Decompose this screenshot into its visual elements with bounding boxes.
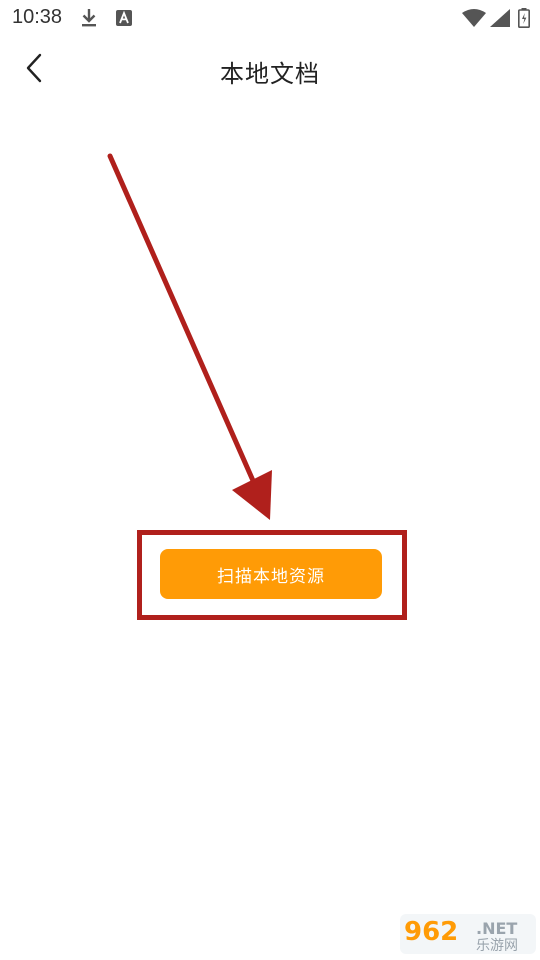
watermark-number: 962 [404,917,458,947]
annotation-arrow [107,153,272,520]
page-title: 本地文档 [220,60,320,88]
status-bar: 10:38 [0,0,540,36]
a-notification-icon [116,10,132,30]
status-time: 10:38 [12,6,63,28]
watermark-suffix: .NET [476,919,517,938]
scan-local-resources-button[interactable]: 扫描本地资源 [160,549,382,599]
watermark-subtitle: 乐游网 [476,938,518,954]
header: 本地文档 [0,40,540,98]
download-icon [80,7,98,33]
wifi-icon [462,9,486,31]
signal-icon [490,9,510,31]
site-watermark: 962 .NET 乐游网 [400,912,536,956]
screen: 10:38 本地文档 扫描本地资源 962 .NET 乐游网 [0,0,540,960]
battery-icon [518,8,530,32]
